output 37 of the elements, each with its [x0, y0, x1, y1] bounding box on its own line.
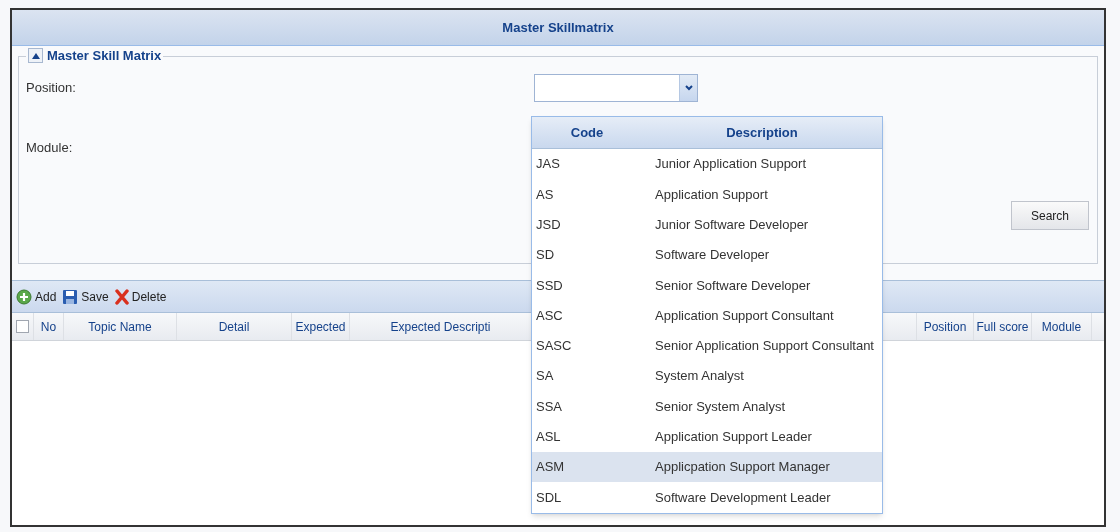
dropdown-option[interactable]: SDL Software Development Leader: [532, 482, 882, 513]
field-label: Module:: [25, 140, 73, 155]
dropdown-option[interactable]: AS Application Support: [532, 179, 882, 210]
dropdown-option[interactable]: ASM Applicpation Support Manager: [532, 451, 882, 483]
dropdown-trigger[interactable]: [679, 75, 697, 101]
select-all-checkbox[interactable]: [16, 320, 29, 333]
toolbar-button[interactable]: Add: [16, 284, 57, 309]
dropdown-option[interactable]: SD Software Developer: [532, 239, 882, 271]
panel-legend: Master Skill Matrix: [47, 46, 162, 66]
triangle-up-icon: [31, 52, 40, 59]
dropdown-option[interactable]: SSD Senior Software Developer: [532, 270, 882, 301]
dropdown-option[interactable]: ASC Application Support Consultant: [532, 300, 882, 331]
dropdown-option[interactable]: SSA Senior System Analyst: [532, 391, 882, 422]
column-header: Code: [569, 123, 605, 142]
collapse-button[interactable]: [28, 48, 43, 64]
column-header: Description: [725, 123, 799, 142]
column-header: Detail: [218, 318, 250, 336]
column-header: Expected Descripti: [390, 318, 491, 336]
dropdown-option[interactable]: ASL Application Support Leader: [532, 421, 882, 452]
column-header: Expected: [295, 318, 346, 336]
field-label: Position:: [25, 79, 77, 98]
column-header: Position: [923, 318, 967, 336]
dropdown-option[interactable]: SA System Analyst: [532, 361, 882, 392]
column-header: Module: [1041, 318, 1082, 336]
dropdown-option[interactable]: JSD Junior Software Developer: [532, 209, 882, 240]
column-header: Full score: [976, 318, 1029, 336]
dropdown-option[interactable]: SASC Senior Application Support Consultant: [532, 330, 882, 362]
toolbar-button[interactable]: Save: [62, 284, 109, 309]
search-button[interactable]: Search: [1011, 201, 1089, 230]
column-header: Topic Name: [88, 318, 152, 336]
toolbar-button[interactable]: Delete: [114, 284, 167, 309]
plus-circle-icon: [16, 288, 32, 305]
chevron-down-icon: [684, 85, 693, 91]
window-title: Master Skillmatrix: [502, 18, 614, 37]
dropdown-option[interactable]: JAS Junior Application Support: [532, 149, 882, 180]
delete-cross-icon: [114, 288, 129, 305]
column-header: No: [40, 318, 57, 336]
